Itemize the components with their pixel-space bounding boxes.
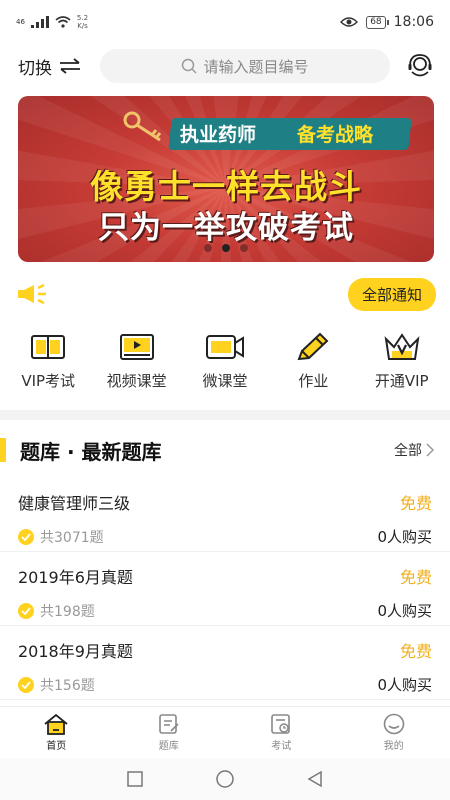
carousel-dot[interactable] bbox=[240, 244, 248, 252]
bank-name: 2019年6月真题 bbox=[18, 568, 133, 587]
notice-row: 全部通知 bbox=[0, 277, 450, 311]
quick-nav-label: VIP考试 bbox=[21, 372, 76, 390]
profile-icon bbox=[383, 713, 405, 735]
recent-apps-icon[interactable] bbox=[126, 770, 144, 788]
swap-arrows-icon bbox=[60, 58, 80, 74]
tab-exam[interactable]: 考试 bbox=[225, 707, 338, 758]
megaphone-icon bbox=[18, 283, 46, 305]
tab-label: 考试 bbox=[271, 741, 292, 752]
net-speed: 5.2 K/s bbox=[76, 14, 89, 30]
customer-service-button[interactable] bbox=[404, 50, 436, 82]
tab-label: 我的 bbox=[383, 741, 404, 752]
quick-nav-label: 开通VIP bbox=[374, 372, 429, 390]
wifi-icon bbox=[55, 16, 71, 28]
quick-nav-label: 作业 bbox=[298, 372, 329, 390]
bottom-tab-bar: 首页 题库 考试 我的 bbox=[0, 706, 450, 758]
view-all-label: 全部 bbox=[394, 443, 422, 459]
tab-label: 首页 bbox=[46, 741, 67, 752]
back-icon[interactable] bbox=[306, 770, 324, 788]
home-circle-icon[interactable] bbox=[215, 769, 235, 789]
chevron-right-icon bbox=[426, 443, 434, 457]
bank-question-count: 共3071题 bbox=[40, 529, 104, 546]
list-item[interactable]: 健康管理师三级 免费 共3071题 0人购买 bbox=[0, 478, 450, 552]
exam-icon bbox=[271, 714, 291, 734]
status-bar: 46 5.2 K/s 68 18:06 bbox=[0, 0, 450, 44]
eye-icon bbox=[340, 17, 359, 27]
quick-nav-label: 视频课堂 bbox=[106, 372, 167, 390]
section-title: 题库 · 最新题库 bbox=[20, 439, 162, 464]
banner-headline: 像勇士一样去战斗 bbox=[90, 167, 362, 206]
question-bank-list: 健康管理师三级 免费 共3071题 0人购买 2019年6月真题 免费 共198… bbox=[0, 478, 450, 700]
check-circle-icon bbox=[18, 602, 34, 619]
carousel-dot[interactable] bbox=[204, 244, 212, 252]
section-accent-bar bbox=[0, 438, 6, 462]
switch-label: 切换 bbox=[18, 58, 52, 79]
banner-tag-part1: 执业药师 bbox=[180, 124, 257, 146]
bank-question-count: 共198题 bbox=[40, 603, 95, 620]
bank-question-count: 共156题 bbox=[40, 677, 95, 694]
bank-price: 免费 bbox=[399, 494, 432, 513]
tab-label: 题库 bbox=[158, 741, 179, 752]
carousel-indicator[interactable] bbox=[18, 244, 434, 252]
bank-buyers: 0人购买 bbox=[377, 528, 432, 546]
camera-icon bbox=[205, 335, 244, 359]
quick-nav-video-class[interactable]: 视频课堂 bbox=[93, 330, 181, 398]
bank-price: 免费 bbox=[399, 568, 432, 587]
quick-nav-vip-exam[interactable]: VIP考试 bbox=[4, 330, 92, 398]
key-icon bbox=[123, 111, 162, 142]
top-bar: 切换 请输入题目编号 bbox=[0, 48, 450, 84]
search-input[interactable]: 请输入题目编号 bbox=[100, 49, 390, 83]
quick-nav-homework[interactable]: 作业 bbox=[269, 330, 357, 398]
question-bank-section-header: 题库 · 最新题库 全部 bbox=[0, 432, 450, 468]
signal-icon bbox=[30, 16, 49, 28]
banner-subheadline: 只为一举攻破考试 bbox=[98, 210, 354, 246]
switch-button[interactable]: 切换 bbox=[18, 54, 100, 79]
tab-profile[interactable]: 我的 bbox=[338, 707, 450, 758]
quick-nav: VIP考试 视频课堂 微课堂 作业 开通VIP bbox=[0, 330, 450, 398]
signal-label: 46 bbox=[16, 18, 25, 26]
bank-buyers: 0人购买 bbox=[377, 602, 432, 620]
home-icon bbox=[44, 713, 68, 735]
all-notices-button[interactable]: 全部通知 bbox=[347, 277, 436, 311]
search-icon bbox=[182, 58, 198, 74]
tab-home[interactable]: 首页 bbox=[0, 707, 113, 758]
crown-icon bbox=[384, 333, 420, 360]
check-circle-icon bbox=[18, 528, 34, 545]
tab-question-bank[interactable]: 题库 bbox=[113, 707, 226, 758]
bank-buyers: 0人购买 bbox=[377, 676, 432, 694]
quick-nav-micro-class[interactable]: 微课堂 bbox=[181, 330, 269, 398]
pencil-icon bbox=[297, 332, 329, 361]
list-item[interactable]: 2019年6月真题 免费 共198题 0人购买 bbox=[0, 552, 450, 626]
headset-icon bbox=[408, 54, 432, 77]
view-all-link[interactable]: 全部 bbox=[394, 440, 434, 460]
system-nav-bar bbox=[0, 758, 450, 800]
banner-tag-part2: 备考战略 bbox=[297, 124, 374, 146]
battery-indicator: 68 bbox=[366, 15, 390, 29]
bank-name: 2018年9月真题 bbox=[18, 642, 133, 661]
promo-banner[interactable]: 执业药师 备考战略 像勇士一样去战斗 只为一举攻破考试 bbox=[18, 96, 434, 262]
bank-name: 健康管理师三级 bbox=[18, 494, 131, 513]
video-player-icon bbox=[119, 334, 154, 360]
quick-nav-open-vip[interactable]: 开通VIP bbox=[358, 330, 446, 398]
list-item[interactable]: 2018年9月真题 免费 共156题 0人购买 bbox=[0, 626, 450, 700]
bank-price: 免费 bbox=[399, 642, 432, 661]
question-bank-icon bbox=[158, 714, 179, 734]
section-divider bbox=[0, 410, 450, 420]
clock: 18:06 bbox=[393, 14, 434, 30]
book-icon bbox=[31, 335, 66, 359]
carousel-dot[interactable] bbox=[222, 244, 230, 252]
search-placeholder: 请输入题目编号 bbox=[203, 57, 309, 76]
check-circle-icon bbox=[18, 676, 34, 693]
quick-nav-label: 微课堂 bbox=[202, 372, 248, 390]
